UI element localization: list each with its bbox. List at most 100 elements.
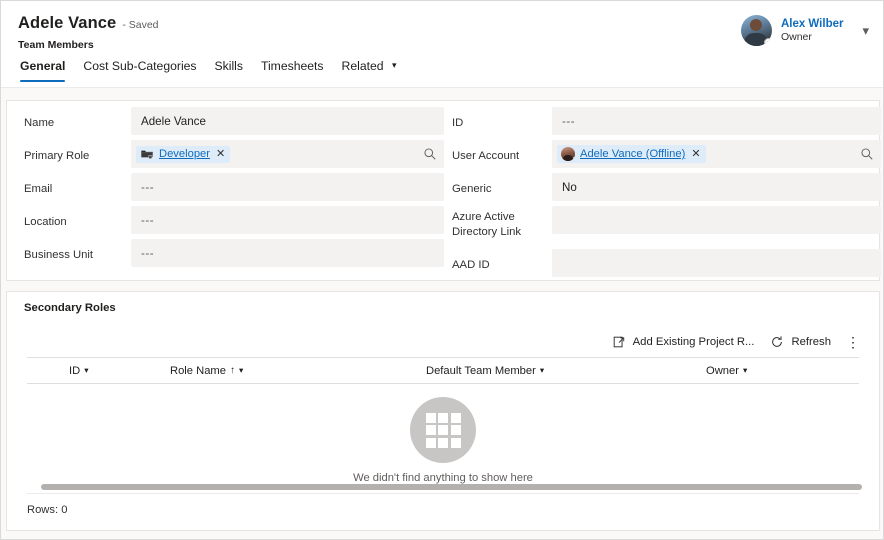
- tab-skills-label: Skills: [214, 59, 243, 73]
- form-column-right: ID --- User Account Adele Vance (Offline…: [444, 107, 881, 282]
- tab-timesheets[interactable]: Timesheets: [252, 57, 333, 82]
- field-email-input[interactable]: ---: [131, 173, 444, 201]
- chevron-down-icon[interactable]: ▾: [540, 365, 544, 376]
- project-role-icon: [141, 150, 153, 159]
- tab-cost-sub-categories-label: Cost Sub-Categories: [83, 59, 197, 73]
- field-name-input[interactable]: Adele Vance: [131, 107, 444, 135]
- more-vertical-icon[interactable]: ⋮: [839, 331, 867, 353]
- record-title-block: Adele Vance - Saved Team Members: [18, 14, 159, 51]
- owner-user-name: Alex Wilber: [780, 17, 844, 30]
- refresh-icon: [772, 336, 783, 347]
- tab-related[interactable]: Related ▾: [333, 57, 406, 82]
- field-generic-label: Generic: [452, 183, 492, 195]
- grid-row-count: Rows: 0: [27, 504, 68, 516]
- field-id-label: ID: [452, 117, 464, 129]
- column-header-default-team-member-label: Default Team Member: [426, 364, 536, 377]
- scrollbar-thumb[interactable]: [41, 484, 862, 490]
- entity-name-label: Team Members: [18, 39, 94, 51]
- save-status-text: - Saved: [122, 19, 159, 31]
- owner-user-names: Alex Wilber Owner: [781, 17, 844, 45]
- field-aad-id-input[interactable]: [552, 249, 881, 277]
- chevron-down-icon[interactable]: ▾: [84, 365, 88, 376]
- tab-skills[interactable]: Skills: [206, 57, 252, 82]
- add-existing-record-icon: [613, 336, 624, 348]
- secondary-roles-title: Secondary Roles: [24, 302, 116, 314]
- field-id-value: ---: [562, 114, 576, 128]
- column-header-owner[interactable]: Owner ▾: [706, 365, 747, 377]
- field-business-unit-label: Business Unit: [24, 249, 94, 261]
- grid-command-bar: Add Existing Project R... Refresh ⋮: [604, 330, 867, 354]
- column-header-default-team-member[interactable]: Default Team Member ▾: [426, 365, 544, 377]
- field-generic-input[interactable]: No: [552, 173, 881, 201]
- field-id-input[interactable]: ---: [552, 107, 881, 135]
- owner-user-role: Owner: [780, 31, 812, 44]
- field-name-value: Adele Vance: [141, 114, 206, 128]
- chevron-down-icon[interactable]: ▾: [239, 365, 243, 376]
- field-location-value: ---: [141, 213, 155, 227]
- search-icon[interactable]: [860, 147, 874, 161]
- field-primary-role-label: Primary Role: [24, 150, 90, 162]
- field-name: Name * Adele Vance: [7, 107, 444, 139]
- field-generic: Generic No: [444, 173, 881, 205]
- field-user-account-label: User Account: [452, 150, 520, 162]
- grid-empty-state: We didn't find anything to show here: [7, 397, 879, 484]
- column-header-id-label: ID: [69, 364, 81, 377]
- field-primary-role: Primary Role Developer ✕: [7, 140, 444, 172]
- avatar: [740, 15, 772, 46]
- field-generic-value: No: [562, 180, 577, 194]
- field-location-input[interactable]: ---: [131, 206, 444, 234]
- field-azure-ad-link-input[interactable]: [552, 206, 881, 234]
- add-existing-project-role-label: Add Existing Project R...: [632, 336, 755, 348]
- scrollbar-track[interactable]: [27, 483, 862, 490]
- tab-timesheets-label: Timesheets: [260, 59, 324, 73]
- field-email-value: ---: [141, 180, 155, 194]
- close-icon[interactable]: ✕: [215, 148, 225, 160]
- field-location-label: Location: [24, 216, 67, 228]
- field-azure-ad-link-label: Azure Active Directory Link: [452, 211, 522, 238]
- chevron-down-icon[interactable]: ▾: [862, 23, 869, 39]
- column-header-owner-label: Owner: [706, 364, 739, 377]
- refresh-button[interactable]: Refresh: [762, 330, 839, 354]
- presence-offline-icon: [763, 38, 772, 46]
- field-name-label: Name: [24, 117, 55, 129]
- field-business-unit-input[interactable]: ---: [131, 239, 444, 267]
- presence-offline-icon: [571, 157, 575, 161]
- field-business-unit-value: ---: [141, 246, 155, 260]
- form-tab-bar: General Cost Sub-Categories Skills Times…: [17, 57, 405, 82]
- tab-general[interactable]: General: [17, 57, 74, 82]
- secondary-roles-card: Secondary Roles Add Existing Project R..…: [6, 291, 880, 531]
- owner-user-pill[interactable]: Alex Wilber Owner ▾: [740, 15, 869, 46]
- grid-horizontal-scrollbar[interactable]: [27, 482, 862, 494]
- column-header-role-name[interactable]: Role Name ↑ ▾: [170, 365, 243, 377]
- lookup-chip-user-account[interactable]: Adele Vance (Offline) ✕: [557, 145, 706, 163]
- lookup-chip-user-account-link[interactable]: Adele Vance (Offline): [580, 148, 685, 160]
- lookup-chip-primary-role-link[interactable]: Developer: [159, 148, 210, 160]
- column-header-role-name-label: Role Name: [170, 364, 226, 377]
- field-aad-id: AAD ID: [444, 249, 881, 281]
- team-member-form-page: Adele Vance - Saved Team Members General…: [0, 0, 884, 540]
- tab-related-label: Related: [341, 59, 384, 73]
- field-email: Email ---: [7, 173, 444, 205]
- field-azure-ad-link: Azure Active Directory Link: [444, 206, 881, 248]
- grid-column-headers: ID ▾ Role Name ↑ ▾ Default Team Member ▾…: [27, 357, 859, 384]
- lookup-chip-primary-role[interactable]: Developer ✕: [136, 145, 231, 163]
- field-location: Location ---: [7, 206, 444, 238]
- search-icon[interactable]: [423, 147, 437, 161]
- field-business-unit: Business Unit ---: [7, 239, 444, 271]
- column-header-id[interactable]: ID ▾: [69, 365, 88, 377]
- field-primary-role-lookup[interactable]: Developer ✕: [131, 140, 444, 168]
- chevron-down-icon: ▾: [391, 60, 397, 71]
- page-header: Adele Vance - Saved Team Members General…: [1, 1, 883, 88]
- field-user-account-lookup[interactable]: Adele Vance (Offline) ✕: [552, 140, 881, 168]
- form-column-left: Name * Adele Vance Primary Role: [7, 107, 444, 272]
- chevron-down-icon[interactable]: ▾: [743, 365, 747, 376]
- general-form-card: Name * Adele Vance Primary Role: [6, 100, 881, 282]
- refresh-label: Refresh: [791, 336, 831, 348]
- field-email-label: Email: [24, 183, 53, 195]
- add-existing-project-role-button[interactable]: Add Existing Project R...: [604, 330, 763, 354]
- user-avatar-icon: [561, 147, 575, 161]
- close-icon[interactable]: ✕: [690, 148, 700, 160]
- tab-cost-sub-categories[interactable]: Cost Sub-Categories: [74, 57, 205, 82]
- tab-general-label: General: [20, 59, 66, 73]
- field-id: ID ---: [444, 107, 881, 139]
